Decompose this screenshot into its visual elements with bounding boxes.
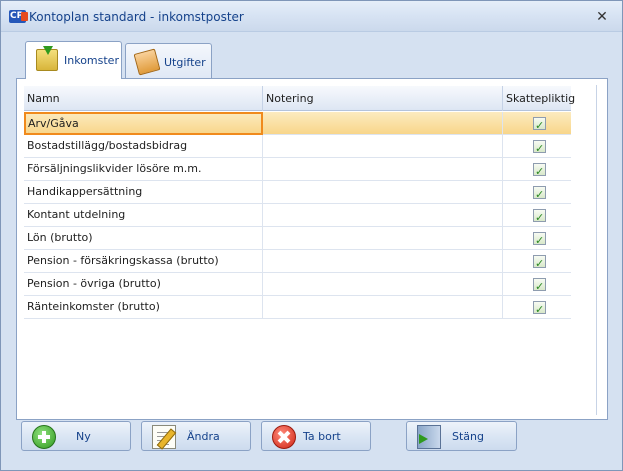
cell-namn[interactable]: Lön (brutto) [24, 227, 263, 250]
title-bar[interactable]: CP Kontoplan standard - inkomstposter ✕ [1, 1, 622, 32]
exit-door-icon [417, 425, 441, 449]
taxable-checkbox[interactable] [533, 115, 546, 135]
cell-notering[interactable] [263, 250, 503, 273]
cell-namn[interactable]: Kontant utdelning [24, 204, 263, 227]
taxable-checkbox[interactable] [533, 299, 546, 319]
panel-scrollbar[interactable] [596, 85, 605, 415]
cell-notering[interactable] [263, 296, 503, 319]
cell-notering[interactable] [263, 135, 503, 158]
column-header-namn[interactable]: Namn [24, 86, 263, 111]
close-window-button[interactable]: ✕ [594, 9, 610, 25]
edit-button-label: Ändra [187, 430, 220, 443]
cell-skattepliktig [503, 227, 571, 250]
taxable-checkbox[interactable] [533, 276, 546, 296]
tab-inkomster[interactable]: Inkomster [25, 41, 122, 79]
cell-namn[interactable]: Försäljningslikvider lösöre m.m. [24, 158, 263, 181]
table-row[interactable]: Ränteinkomster (brutto) [24, 296, 571, 319]
tab-utgifter[interactable]: Utgifter [125, 43, 212, 79]
cell-skattepliktig [503, 135, 571, 158]
table-row[interactable]: Bostadstillägg/bostadsbidrag [24, 135, 571, 158]
cell-skattepliktig [503, 158, 571, 181]
table-row[interactable]: Arv/Gåva [24, 112, 571, 135]
tab-strip: Inkomster Utgifter [21, 41, 611, 79]
table-row[interactable]: Pension - övriga (brutto) [24, 273, 571, 296]
cell-skattepliktig [503, 296, 571, 319]
cell-skattepliktig [503, 273, 571, 296]
close-button-label: Stäng [452, 430, 484, 443]
taxable-checkbox[interactable] [533, 184, 546, 204]
cell-namn[interactable]: Pension - försäkringskassa (brutto) [24, 250, 263, 273]
table-row[interactable]: Handikappersättning [24, 181, 571, 204]
cell-notering[interactable] [263, 204, 503, 227]
new-button[interactable]: Ny [21, 421, 131, 451]
column-header-skattepliktig[interactable]: Skattepliktig [503, 86, 575, 111]
taxable-checkbox[interactable] [533, 253, 546, 273]
table-row[interactable]: Pension - försäkringskassa (brutto) [24, 250, 571, 273]
cell-namn[interactable]: Pension - övriga (brutto) [24, 273, 263, 296]
cell-notering[interactable] [263, 158, 503, 181]
cell-notering[interactable] [263, 181, 503, 204]
table-row[interactable]: Kontant utdelning [24, 204, 571, 227]
cell-skattepliktig [503, 250, 571, 273]
delete-button-label: Ta bort [303, 430, 341, 443]
add-icon [32, 425, 56, 449]
grid-header: Namn Notering Skattepliktig [24, 86, 575, 111]
taxable-checkbox[interactable] [533, 161, 546, 181]
cell-notering[interactable] [263, 227, 503, 250]
cell-skattepliktig [503, 204, 571, 227]
delete-button[interactable]: Ta bort [261, 421, 371, 451]
column-header-notering[interactable]: Notering [263, 86, 503, 111]
tab-utgifter-label: Utgifter [164, 56, 206, 69]
dialog-window: CP Kontoplan standard - inkomstposter ✕ … [0, 0, 623, 471]
table-row[interactable]: Försäljningslikvider lösöre m.m. [24, 158, 571, 181]
tab-panel: Namn Notering Skattepliktig Arv/GåvaBost… [16, 78, 608, 420]
taxable-checkbox[interactable] [533, 207, 546, 227]
taxable-checkbox[interactable] [533, 230, 546, 250]
close-button[interactable]: Stäng [406, 421, 517, 451]
cell-namn[interactable]: Arv/Gåva [24, 112, 263, 135]
income-folder-icon [36, 46, 58, 71]
expense-folder-icon [133, 48, 161, 76]
cell-skattepliktig [503, 181, 571, 204]
delete-icon [272, 425, 296, 449]
cell-notering[interactable] [263, 273, 503, 296]
cell-namn[interactable]: Ränteinkomster (brutto) [24, 296, 263, 319]
new-button-label: Ny [76, 430, 91, 443]
edit-button[interactable]: Ändra [141, 421, 251, 451]
window-title: Kontoplan standard - inkomstposter [29, 10, 244, 24]
cell-notering[interactable] [263, 112, 503, 135]
cell-namn[interactable]: Handikappersättning [24, 181, 263, 204]
tab-inkomster-label: Inkomster [64, 54, 119, 67]
edit-note-icon [152, 425, 176, 449]
table-row[interactable]: Lön (brutto) [24, 227, 571, 250]
app-logo-icon: CP [9, 10, 28, 23]
cell-namn[interactable]: Bostadstillägg/bostadsbidrag [24, 135, 263, 158]
taxable-checkbox[interactable] [533, 138, 546, 158]
cell-skattepliktig [503, 112, 571, 135]
